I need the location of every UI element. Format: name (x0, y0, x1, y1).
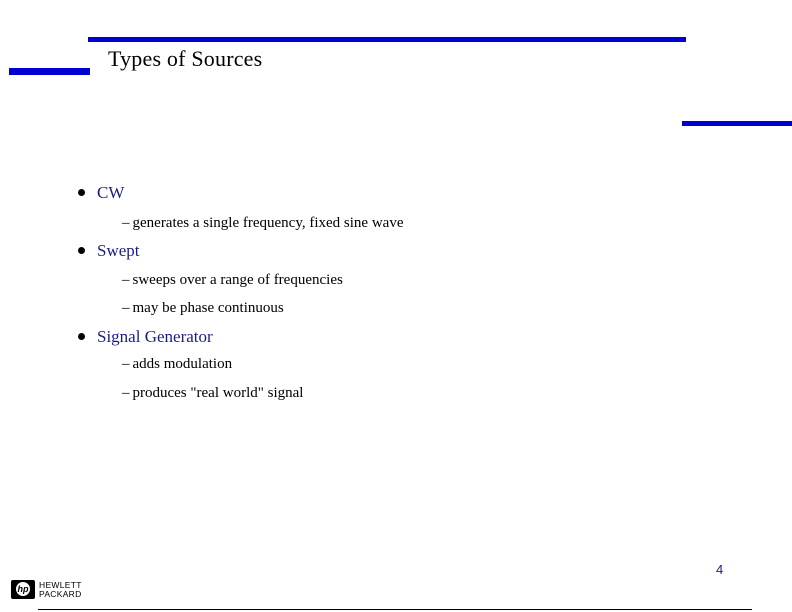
sub-item: – produces "real world" signal (122, 385, 303, 402)
page-number: 4 (716, 562, 724, 577)
sub-item-text: produces "real world" signal (132, 385, 304, 401)
sub-item-text: may be phase continuous (132, 300, 284, 316)
bullet-label: Signal Generator (97, 327, 213, 346)
bullet-icon (78, 332, 85, 340)
sub-item-text: sweeps over a range of frequencies (132, 272, 343, 288)
decorative-bar-top (88, 37, 686, 42)
sub-item-text: adds modulation (132, 356, 233, 372)
dash-icon: – (122, 215, 130, 231)
dash-icon: – (122, 385, 130, 401)
bullet-item-swept: Swept (78, 241, 140, 261)
dash-icon: – (122, 272, 130, 288)
slide-title: Types of Sources (108, 46, 263, 71)
hp-logo-icon: hp (11, 580, 35, 599)
bullet-icon (78, 188, 85, 196)
hp-logo: hp HEWLETT PACKARD (11, 580, 82, 599)
bullet-item-cw: CW (78, 183, 124, 203)
sub-item: – generates a single frequency, fixed sin… (122, 215, 404, 232)
logo-wordmark: HEWLETT PACKARD (39, 579, 82, 599)
sub-item: – sweeps over a range of frequencies (122, 272, 343, 289)
bullet-item-signal-generator: Signal Generator (78, 327, 213, 347)
footer-divider (38, 609, 752, 610)
sub-item: – adds modulation (122, 356, 232, 373)
decorative-bar-right (682, 121, 792, 126)
dash-icon: – (122, 300, 130, 316)
dash-icon: – (122, 356, 130, 372)
bullet-label: Swept (97, 241, 140, 260)
bullet-label: CW (97, 183, 125, 202)
decorative-bar-left (9, 68, 90, 75)
sub-item-text: generates a single frequency, fixed sine… (132, 215, 404, 231)
sub-item: – may be phase continuous (122, 300, 284, 317)
bullet-icon (78, 246, 85, 254)
